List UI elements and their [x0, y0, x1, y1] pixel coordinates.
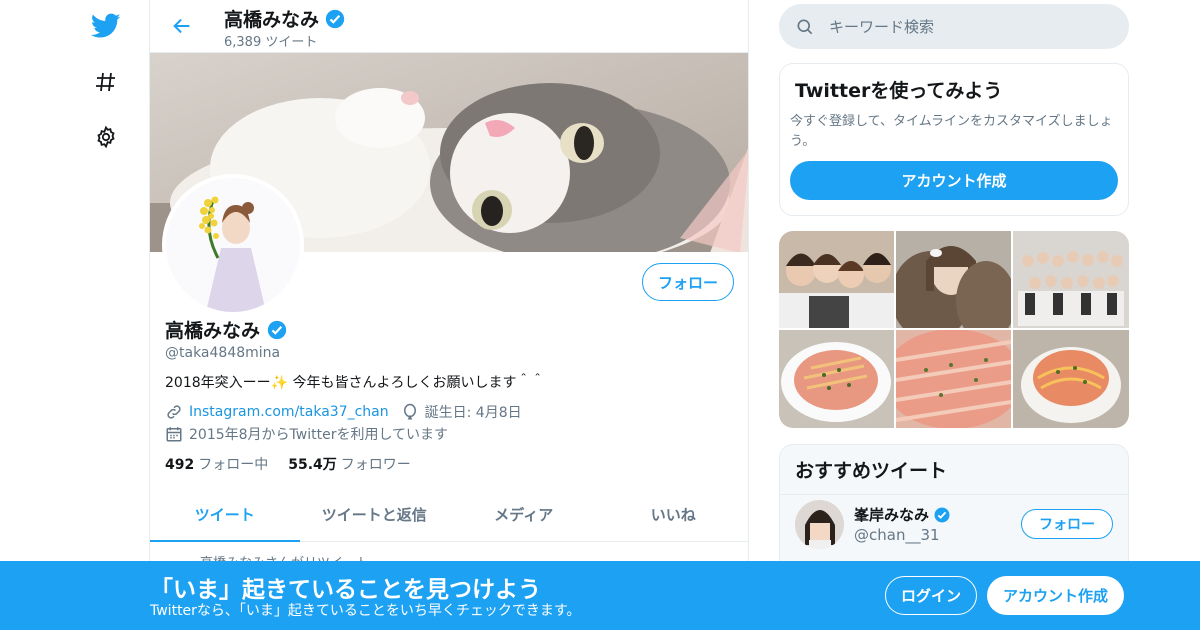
recommended-user-name-text: 峯岸みなみ [854, 506, 930, 524]
hashtag-icon[interactable] [90, 66, 122, 98]
search-placeholder: キーワード検索 [829, 18, 935, 36]
bottom-bar-title: 「いま」起きていることを見つけよう [150, 577, 541, 603]
follow-button[interactable]: フォロー [642, 263, 734, 301]
profile-tabs: ツイート ツイートと返信 メディア いいね [150, 488, 748, 542]
balloon-icon [403, 403, 416, 420]
profile-meta-row: Instagram.com/taka37_chan 誕生日: 4月8日 [165, 402, 522, 422]
tweet-count: 6,389 ツイート [224, 35, 318, 50]
search-input[interactable]: キーワード検索 [779, 4, 1129, 49]
signup-card-title: Twitterを使ってみよう [795, 80, 1003, 102]
following-stat[interactable]: 492 フォロー中 [165, 454, 268, 474]
login-button[interactable]: ログイン [885, 576, 977, 615]
profile-name: 高橋みなみ [165, 316, 288, 343]
tab-tweets[interactable]: ツイート [150, 488, 300, 542]
recommended-user-name: 峯岸みなみ [854, 504, 951, 525]
bottom-signup-bar: 「いま」起きていることを見つけよう Twitterなら、「いま」起きていることを… [0, 561, 1200, 630]
recommended-user-handle: @chan__31 [854, 526, 940, 544]
profile-header-bar: 高橋みなみ 6,389 ツイート [150, 0, 748, 53]
profile-link[interactable]: Instagram.com/taka37_chan [189, 404, 389, 420]
verified-badge-icon [325, 9, 345, 28]
recommended-user[interactable]: 峯岸みなみ @chan__31 [795, 500, 950, 549]
recommended-follow-button[interactable]: フォロー [1021, 509, 1113, 539]
calendar-icon [166, 427, 182, 442]
media-thumb[interactable] [779, 231, 894, 328]
link-icon [167, 405, 181, 419]
back-arrow-icon[interactable] [168, 12, 196, 40]
gear-icon[interactable] [90, 121, 122, 153]
followers-stat[interactable]: 55.4万 フォロワー [288, 454, 411, 474]
profile-avatar[interactable] [162, 174, 304, 316]
following-count: 492 [165, 457, 195, 473]
recommended-card: おすすめツイート 峯岸みなみ @chan__31 フォロー [779, 444, 1129, 574]
tab-tweets-replies[interactable]: ツイートと返信 [300, 488, 450, 541]
bottom-bar-subtitle: Twitterなら、「いま」起きていることをいち早くチェックできます。 [150, 603, 581, 619]
profile-joined-row: 2015年8月からTwitterを利用しています [165, 424, 448, 444]
media-thumb[interactable] [1013, 231, 1129, 328]
profile-birthday: 誕生日: 4月8日 [424, 405, 522, 421]
header-name: 高橋みなみ [224, 5, 346, 32]
signup-card: Twitterを使ってみよう 今すぐ登録して、タイムラインをカスタマイズしましょ… [779, 63, 1129, 216]
media-thumb[interactable] [779, 330, 894, 428]
tab-likes[interactable]: いいね [599, 488, 749, 541]
verified-badge-icon [267, 320, 287, 339]
signup-card-desc: 今すぐ登録して、タイムラインをカスタマイズしましょう。 [790, 114, 1113, 149]
profile-joined: 2015年8月からTwitterを利用しています [189, 427, 449, 443]
followers-count: 55.4万 [288, 457, 337, 473]
profile-name-text: 高橋みなみ [165, 320, 261, 342]
header-name-text: 高橋みなみ [224, 9, 320, 31]
tab-media[interactable]: メディア [449, 488, 599, 541]
media-thumb[interactable] [1013, 330, 1129, 428]
recommended-title: おすすめツイート [780, 445, 1128, 495]
left-nav [70, 0, 150, 630]
search-icon [797, 19, 813, 34]
profile-column: 高橋みなみ 6,389 ツイート フォロー 高橋みなみ @taka4848min… [149, 0, 749, 630]
verified-badge-icon [934, 507, 950, 522]
following-label: フォロー中 [198, 457, 269, 473]
media-grid [779, 231, 1129, 428]
create-account-button[interactable]: アカウント作成 [790, 161, 1118, 200]
media-thumb[interactable] [896, 231, 1011, 328]
twitter-bird-icon[interactable] [90, 10, 122, 42]
profile-stats: 492 フォロー中 55.4万 フォロワー [165, 454, 411, 474]
avatar[interactable] [795, 500, 844, 549]
profile-handle: @taka4848mina [165, 345, 281, 361]
profile-bio: 2018年突入ーー✨ 今年も皆さんよろしくお願いします＾＾ [165, 375, 545, 391]
followers-label: フォロワー [340, 457, 411, 473]
media-thumb[interactable] [896, 330, 1011, 428]
bottom-create-account-button[interactable]: アカウント作成 [987, 576, 1124, 615]
